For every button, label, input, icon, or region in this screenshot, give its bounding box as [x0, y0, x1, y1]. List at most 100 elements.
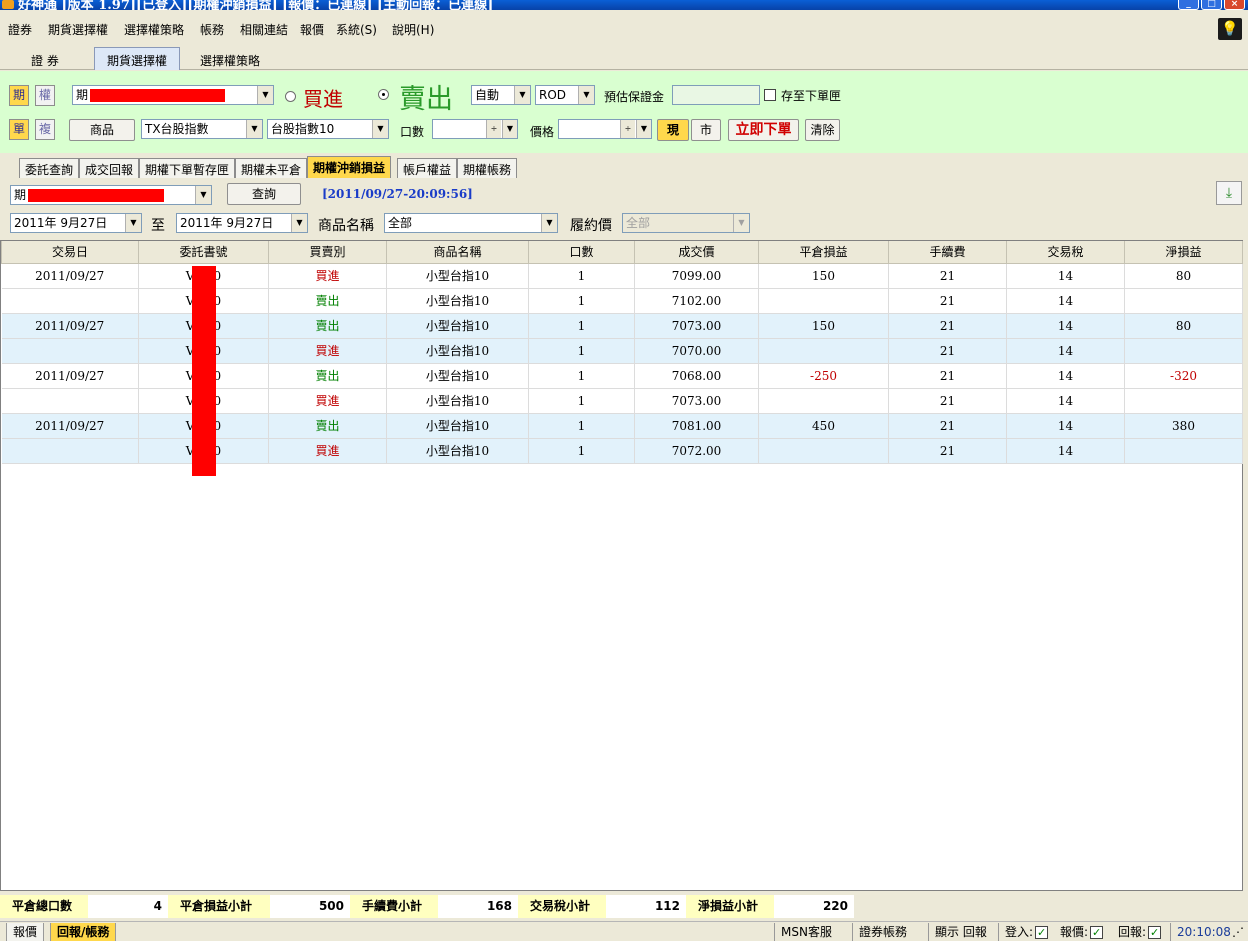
clock: 20:10:08	[1170, 923, 1237, 941]
lightbulb-icon[interactable]: 💡	[1218, 18, 1242, 40]
chevron-down-icon[interactable]: ▼	[257, 86, 273, 104]
chevron-down-icon[interactable]: ▼	[636, 120, 651, 138]
chevron-down-icon[interactable]: ▼	[195, 186, 211, 204]
col-price[interactable]: 成交價	[634, 241, 759, 264]
buy-radio[interactable]	[285, 91, 296, 102]
chevron-down-icon[interactable]: ▼	[291, 214, 307, 232]
col-product[interactable]: 商品名稱	[386, 241, 529, 264]
close-button[interactable]: ×	[1224, 0, 1245, 10]
col-tax[interactable]: 交易稅	[1006, 241, 1125, 264]
tab-option-strategy[interactable]: 選擇權策略	[187, 47, 273, 70]
chevron-down-icon[interactable]: ▼	[514, 86, 530, 104]
order-mode-select[interactable]: 自動 ▼	[471, 85, 531, 105]
sell-label[interactable]: 賣出	[399, 77, 453, 116]
query-button[interactable]: 查詢	[227, 183, 301, 205]
product-button[interactable]: 商品	[69, 119, 135, 141]
menu-help[interactable]: 說明(H)	[392, 21, 434, 38]
cell-product: 小型台指10	[386, 263, 529, 289]
cell-side: 賣出	[268, 363, 387, 389]
tab-fill-report[interactable]: 成交回報	[79, 158, 140, 178]
col-order-no[interactable]: 委託書號	[138, 241, 269, 264]
col-close-pnl[interactable]: 平倉損益	[758, 241, 889, 264]
menu-futures-options[interactable]: 期貨選擇權	[48, 21, 108, 38]
stock-accounting[interactable]: 證券帳務	[852, 923, 913, 941]
show-report[interactable]: 顯示 回報	[928, 923, 993, 941]
submit-order-button[interactable]: 立即下單	[728, 119, 799, 141]
tab-report-bottom[interactable]: 回報/帳務	[50, 923, 117, 941]
contract-select[interactable]: 台股指數10 ▼	[267, 119, 389, 139]
chevron-down-icon[interactable]: ▼	[502, 120, 517, 138]
export-excel-icon[interactable]: ⤓	[1216, 181, 1242, 205]
chevron-down-icon[interactable]: ▼	[578, 86, 594, 104]
title-bar: 好神通 [版本 1.97][已登入][期權沖銷損益] [報價：已連線] [主動回…	[0, 0, 1248, 10]
menu-system[interactable]: 系統(S)	[336, 21, 377, 38]
table-row[interactable]: 2011/09/27V1 00買進小型台指1017099.00150211480	[1, 263, 1243, 289]
combo-order-toggle[interactable]: 複	[35, 119, 55, 140]
query-account-select[interactable]: 期 ▼	[10, 185, 212, 205]
single-order-toggle[interactable]: 單	[9, 119, 29, 140]
table-row[interactable]: V1 00賣出小型台指1017102.002114	[1, 288, 1243, 314]
buy-label[interactable]: 買進	[303, 83, 343, 112]
col-fee[interactable]: 手續費	[888, 241, 1007, 264]
product-name-select[interactable]: 全部 ▼	[384, 213, 558, 233]
tab-accounting[interactable]: 期權帳務	[457, 158, 518, 178]
options-toggle[interactable]: 權	[35, 85, 55, 106]
resize-grip-icon[interactable]: ⋰	[1232, 923, 1244, 941]
col-side[interactable]: 買賣別	[268, 241, 387, 264]
tab-futures-options[interactable]: 期貨選擇權	[94, 47, 181, 70]
table-row[interactable]: 2011/09/27V0 00賣出小型台指1017073.00150211480	[1, 313, 1243, 339]
spot-price-button[interactable]: 現	[657, 119, 689, 141]
tab-securities[interactable]: 證 券	[18, 47, 72, 70]
chevron-down-icon[interactable]: ▼	[246, 120, 262, 138]
clear-button[interactable]: 清除	[805, 119, 840, 141]
cell-tax: 14	[1006, 263, 1125, 289]
tab-account-equity[interactable]: 帳戶權益	[397, 158, 458, 178]
cell-side: 賣出	[268, 313, 387, 339]
maximize-button[interactable]: □	[1201, 0, 1222, 10]
price-stepper[interactable]: ÷ ▼	[558, 119, 652, 139]
stepper-updown-icon[interactable]: ÷	[620, 120, 635, 138]
tif-select[interactable]: ROD ▼	[535, 85, 595, 105]
order-account-select[interactable]: 期 ▼	[72, 85, 274, 105]
table-row[interactable]: 2011/09/27V0 00賣出小型台指1017068.00-2502114-…	[1, 363, 1243, 389]
chevron-down-icon[interactable]: ▼	[541, 214, 557, 232]
chevron-down-icon[interactable]: ▼	[125, 214, 141, 232]
table-row[interactable]: V0 00買進小型台指1017070.002114	[1, 338, 1243, 364]
cell-product: 小型台指10	[386, 388, 529, 414]
table-row[interactable]: V0 00買進小型台指1017073.002114	[1, 388, 1243, 414]
table-row[interactable]: 2011/09/27V0 00賣出小型台指1017081.00450211438…	[1, 413, 1243, 439]
product-select[interactable]: TX台股指數 ▼	[141, 119, 263, 139]
futures-toggle[interactable]: 期	[9, 85, 29, 106]
stepper-updown-icon[interactable]: ÷	[486, 120, 501, 138]
msn-support[interactable]: MSN客服	[774, 923, 838, 941]
col-net-pnl[interactable]: 淨損益	[1124, 241, 1243, 264]
save-to-queue-checkbox[interactable]	[764, 89, 776, 101]
col-qty[interactable]: 口數	[528, 241, 635, 264]
tab-offset-pnl[interactable]: 期權沖銷損益	[307, 156, 392, 178]
tab-open-positions[interactable]: 期權未平倉	[235, 158, 308, 178]
tab-order-query[interactable]: 委託查詢	[19, 158, 80, 178]
tab-quote-bottom[interactable]: 報價	[6, 923, 45, 941]
minimize-button[interactable]: _	[1178, 0, 1199, 10]
menu-accounting[interactable]: 帳務	[200, 21, 224, 38]
table-row[interactable]: V0 00買進小型台指1017072.002114	[1, 438, 1243, 464]
menu-quotes[interactable]: 報價	[300, 21, 324, 38]
scroll-gutter	[1243, 240, 1248, 891]
date-to-picker[interactable]: 2011年 9月27日 ▼	[176, 213, 308, 233]
menu-links[interactable]: 相關連結	[240, 21, 288, 38]
date-from-picker[interactable]: 2011年 9月27日 ▼	[10, 213, 142, 233]
cell-net-pnl	[1124, 288, 1243, 314]
menu-option-strategy[interactable]: 選擇權策略	[124, 21, 184, 38]
chevron-down-icon[interactable]: ▼	[372, 120, 388, 138]
tax-subtotal-value: 112	[606, 895, 686, 918]
total-qty-label: 平倉總口數	[0, 895, 88, 918]
app-icon	[2, 0, 14, 9]
qty-stepper[interactable]: ÷ ▼	[432, 119, 518, 139]
tax-subtotal-label: 交易稅小計	[518, 895, 606, 918]
tab-order-queue[interactable]: 期權下單暫存匣	[139, 158, 236, 178]
menu-securities[interactable]: 證券	[8, 21, 32, 38]
sell-radio[interactable]	[378, 89, 389, 100]
col-trade-date[interactable]: 交易日	[1, 241, 139, 264]
report-label: 回報:	[1118, 925, 1147, 939]
market-price-button[interactable]: 市	[691, 119, 721, 141]
